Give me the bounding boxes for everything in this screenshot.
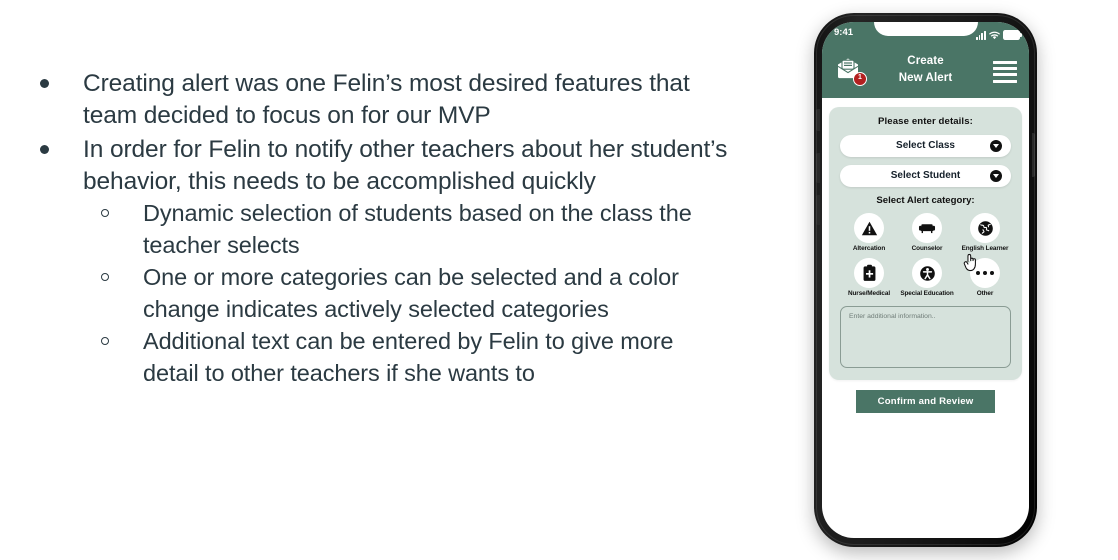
confirm-and-review-button[interactable]: Confirm and Review — [855, 390, 996, 413]
additional-info-textarea[interactable]: Enter additional information.. — [840, 306, 1011, 368]
sub-bullet-item: One or more categories can be selected a… — [83, 262, 728, 326]
select-student-label: Select Student — [890, 170, 961, 181]
category-counselor[interactable]: Counselor — [898, 213, 956, 252]
additional-info-placeholder: Enter additional information.. — [849, 313, 936, 320]
status-indicators — [975, 28, 1022, 40]
confirm-button-row: Confirm and Review — [822, 390, 1029, 413]
phone-silent-switch — [816, 109, 820, 131]
battery-icon — [1003, 30, 1022, 40]
sub-bullet-text: Additional text can be entered by Felin … — [143, 328, 674, 387]
select-student-dropdown[interactable]: Select Student — [840, 165, 1011, 187]
bullet-item: Creating alert was one Felin’s most desi… — [28, 68, 728, 133]
category-label: Counselor — [911, 245, 943, 252]
couch-icon — [912, 213, 942, 243]
category-label: Altercation — [852, 245, 886, 252]
category-label: Special Education — [900, 290, 954, 297]
sub-bullet-text: One or more categories can be selected a… — [143, 264, 679, 323]
bullet-dot-icon — [40, 144, 49, 154]
phone-mockup: 9:41 1 Create New Alert Please enter det… — [808, 13, 1043, 547]
bullet-list: Creating alert was one Felin’s most desi… — [28, 68, 728, 390]
bullet-ring-icon — [101, 337, 109, 346]
three-dots-icon — [970, 258, 1000, 288]
category-nurse-medical[interactable]: Nurse/Medical — [840, 258, 898, 297]
chevron-down-circle-icon[interactable] — [990, 140, 1002, 152]
status-time: 9:41 — [834, 27, 854, 38]
category-other[interactable]: Other — [956, 253, 1014, 297]
accessibility-person-icon — [912, 258, 942, 288]
category-special-education[interactable]: Special Education — [898, 258, 956, 297]
wifi-icon — [989, 31, 1000, 40]
phone-volume-up-button — [816, 153, 820, 183]
category-english-learner[interactable]: English Learner — [956, 213, 1014, 252]
signal-bars-icon — [975, 31, 986, 40]
phone-power-button — [1031, 133, 1035, 177]
phone-volume-down-button — [816, 195, 820, 225]
bullet-ring-icon — [101, 273, 109, 282]
phone-screen: 9:41 1 Create New Alert Please enter det… — [822, 22, 1029, 538]
category-label: Other — [976, 290, 994, 297]
warning-triangle-icon — [854, 213, 884, 243]
category-label: Nurse/Medical — [847, 290, 891, 297]
medical-clipboard-icon — [854, 258, 884, 288]
bullet-item: In order for Felin to notify other teach… — [28, 134, 728, 390]
status-bar: 9:41 — [822, 22, 1029, 46]
select-class-dropdown[interactable]: Select Class — [840, 135, 1011, 157]
select-class-label: Select Class — [896, 140, 955, 151]
sub-bullet-item: Dynamic selection of students based on t… — [83, 198, 728, 262]
sub-bullet-list: Dynamic selection of students based on t… — [83, 198, 728, 390]
phone-notch — [873, 22, 978, 36]
alert-form-panel: Please enter details: Select Class Selec… — [829, 107, 1022, 380]
sub-bullet-text: Dynamic selection of students based on t… — [143, 200, 692, 259]
form-heading: Please enter details: — [878, 116, 973, 127]
category-altercation[interactable]: Altercation — [840, 213, 898, 252]
category-label: English Learner — [961, 245, 1009, 252]
bullet-text: In order for Felin to notify other teach… — [83, 135, 728, 195]
category-heading: Select Alert category: — [876, 195, 975, 206]
hamburger-menu-icon[interactable] — [993, 61, 1017, 83]
bullet-ring-icon — [101, 209, 109, 218]
sub-bullet-item: Additional text can be entered by Felin … — [83, 326, 728, 390]
category-grid: Altercation Counselor English Learner Nu… — [840, 213, 1011, 297]
chevron-down-circle-icon[interactable] — [990, 170, 1002, 182]
slide-body-text: Creating alert was one Felin’s most desi… — [28, 68, 728, 391]
bullet-text: Creating alert was one Felin’s most desi… — [83, 70, 690, 130]
bullet-dot-icon — [40, 79, 49, 88]
app-header: 1 Create New Alert — [822, 46, 1029, 98]
globe-icon — [970, 213, 1000, 243]
